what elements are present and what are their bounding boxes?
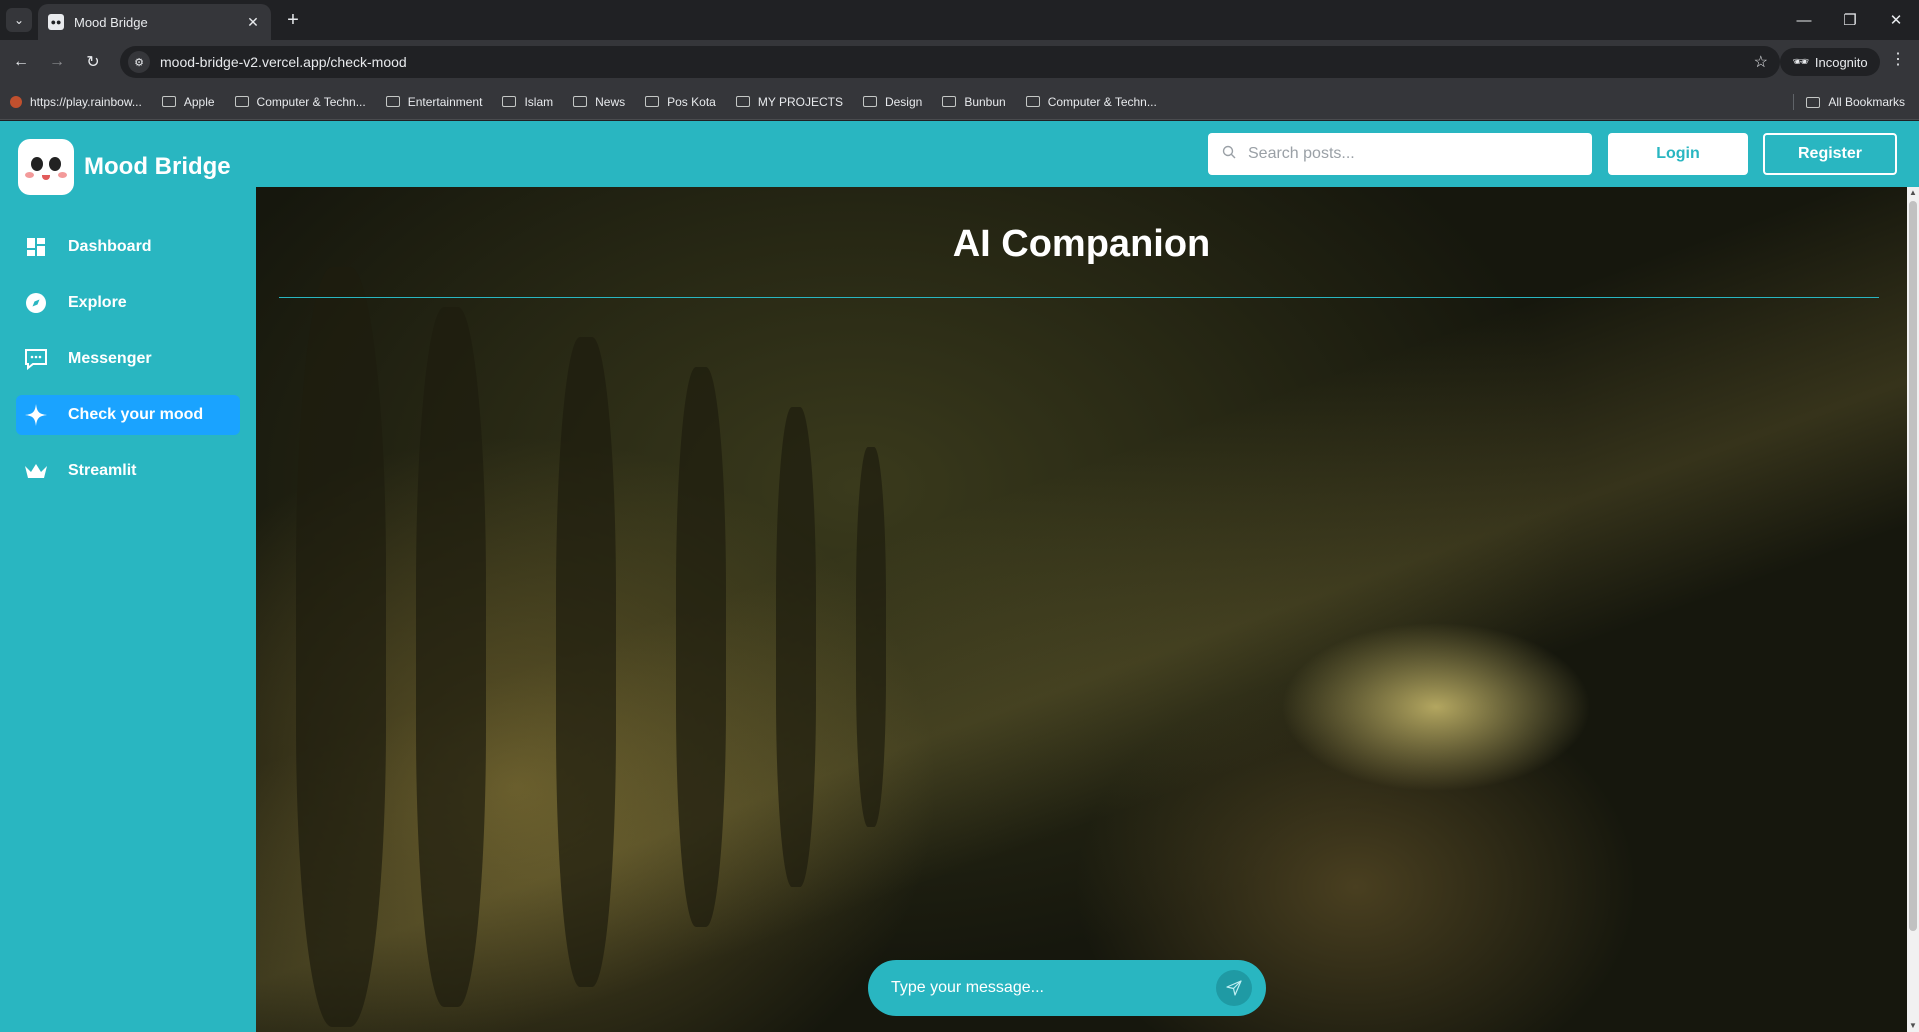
folder-icon (385, 96, 400, 107)
site-info-icon[interactable]: ⚙ (128, 51, 150, 73)
url-text[interactable]: mood-bridge-v2.vercel.app/check-mood (160, 54, 1754, 70)
new-tab-button[interactable]: + (282, 9, 304, 31)
bookmark-folder[interactable]: Bunbun (942, 95, 1006, 109)
bookmark-folder[interactable]: Computer & Techn... (1025, 95, 1157, 109)
sidebar-item-label: Explore (68, 294, 127, 311)
brand[interactable]: Mood Bridge (18, 139, 231, 195)
sidebar-item-label: Check your mood (68, 406, 204, 423)
bookmarks-bar: https://play.rainbow... Apple Computer &… (0, 84, 1919, 120)
sidebar-nav: Dashboard Explore Messenger Check your m… (16, 227, 240, 507)
search-icon (1222, 145, 1236, 164)
incognito-badge[interactable]: 🕶 Incognito (1780, 48, 1880, 76)
send-icon (1226, 980, 1242, 996)
tab-title: Mood Bridge (74, 14, 148, 30)
sidebar-item-streamlit[interactable]: Streamlit (16, 451, 240, 491)
browser-tab[interactable]: ●● Mood Bridge ✕ (38, 4, 271, 40)
sidebar-item-messenger[interactable]: Messenger (16, 339, 240, 379)
scroll-up-icon[interactable]: ▲ (1907, 187, 1919, 199)
search-box[interactable] (1208, 133, 1592, 175)
bookmark-folder[interactable]: Entertainment (385, 95, 482, 109)
web-page: Mood Bridge Dashboard Explore Messenger (0, 121, 1919, 1032)
folder-icon (862, 96, 877, 107)
folder-icon (1806, 96, 1821, 108)
incognito-label: Incognito (1814, 54, 1868, 70)
bookmark-folder[interactable]: Islam (502, 95, 553, 109)
folder-icon (735, 96, 750, 107)
mood-bridge-favicon-icon: ●● (48, 14, 64, 30)
folder-icon (234, 96, 249, 107)
login-button[interactable]: Login (1608, 133, 1748, 175)
browser-tabstrip: ⌄ ●● Mood Bridge ✕ + — ❐ ✕ (0, 0, 1919, 40)
sidebar: Mood Bridge Dashboard Explore Messenger (0, 121, 256, 1032)
compass-icon (24, 291, 48, 315)
folder-icon (161, 96, 176, 107)
folder-icon (645, 96, 660, 107)
search-input[interactable] (1248, 145, 1568, 163)
site-favicon-icon (10, 95, 22, 108)
message-composer (868, 960, 1266, 1016)
sidebar-item-dashboard[interactable]: Dashboard (16, 227, 240, 267)
tab-search-button[interactable]: ⌄ (6, 8, 32, 32)
ai-companion-panel: AI Companion (256, 187, 1907, 1032)
restore-button[interactable]: ❐ (1836, 6, 1864, 34)
sidebar-item-label: Streamlit (68, 462, 137, 479)
folder-icon (502, 96, 517, 107)
close-window-button[interactable]: ✕ (1882, 6, 1910, 34)
bookmark-folder[interactable]: MY PROJECTS (735, 95, 843, 109)
browser-toolbar: ← → ↻ ⚙ mood-bridge-v2.vercel.app/check-… (0, 40, 1919, 84)
title-divider (279, 297, 1879, 298)
browser-menu-icon[interactable]: ⋮ (1888, 49, 1908, 69)
tab-close-icon[interactable]: ✕ (245, 14, 261, 31)
back-button[interactable]: ← (8, 49, 34, 75)
sidebar-item-label: Dashboard (68, 238, 152, 255)
minimize-button[interactable]: — (1790, 6, 1818, 34)
message-input[interactable] (891, 979, 1201, 997)
sidebar-item-label: Messenger (68, 350, 152, 367)
send-button[interactable] (1216, 970, 1252, 1006)
register-button[interactable]: Register (1763, 133, 1897, 175)
folder-icon (1025, 96, 1040, 107)
bookmarks-separator (1793, 94, 1795, 110)
crown-icon (24, 459, 48, 483)
bookmark-folder[interactable]: News (573, 95, 625, 109)
bookmark-folder[interactable]: Pos Kota (645, 95, 716, 109)
dashboard-icon (24, 235, 48, 259)
bookmark-star-icon[interactable]: ☆ (1754, 52, 1768, 72)
all-bookmarks-button[interactable]: All Bookmarks (1793, 84, 1905, 120)
folder-icon (942, 96, 957, 107)
brand-name: Mood Bridge (84, 153, 231, 180)
bookmark-item[interactable]: https://play.rainbow... (10, 95, 142, 109)
page-title: AI Companion (952, 223, 1211, 265)
bookmark-folder[interactable]: Computer & Techn... (234, 95, 366, 109)
folder-icon (573, 96, 588, 107)
top-bar: Login Register (256, 121, 1919, 187)
mood-bridge-logo-icon (18, 139, 74, 195)
sidebar-item-check-your-mood[interactable]: Check your mood (16, 395, 240, 435)
bookmark-folder[interactable]: Design (862, 95, 922, 109)
address-bar[interactable]: ⚙ mood-bridge-v2.vercel.app/check-mood ☆ (120, 46, 1780, 78)
page-scrollbar[interactable]: ▲ ▼ (1907, 187, 1919, 1032)
chat-icon (24, 347, 48, 371)
scroll-thumb[interactable] (1909, 201, 1917, 931)
reload-button[interactable]: ↻ (80, 49, 106, 75)
sidebar-item-explore[interactable]: Explore (16, 283, 240, 323)
incognito-icon: 🕶 (1792, 54, 1809, 69)
bookmark-folder[interactable]: Apple (161, 95, 215, 109)
scroll-down-icon[interactable]: ▼ (1907, 1020, 1919, 1032)
forward-button[interactable]: → (44, 49, 70, 75)
sparkle-icon (24, 403, 48, 427)
